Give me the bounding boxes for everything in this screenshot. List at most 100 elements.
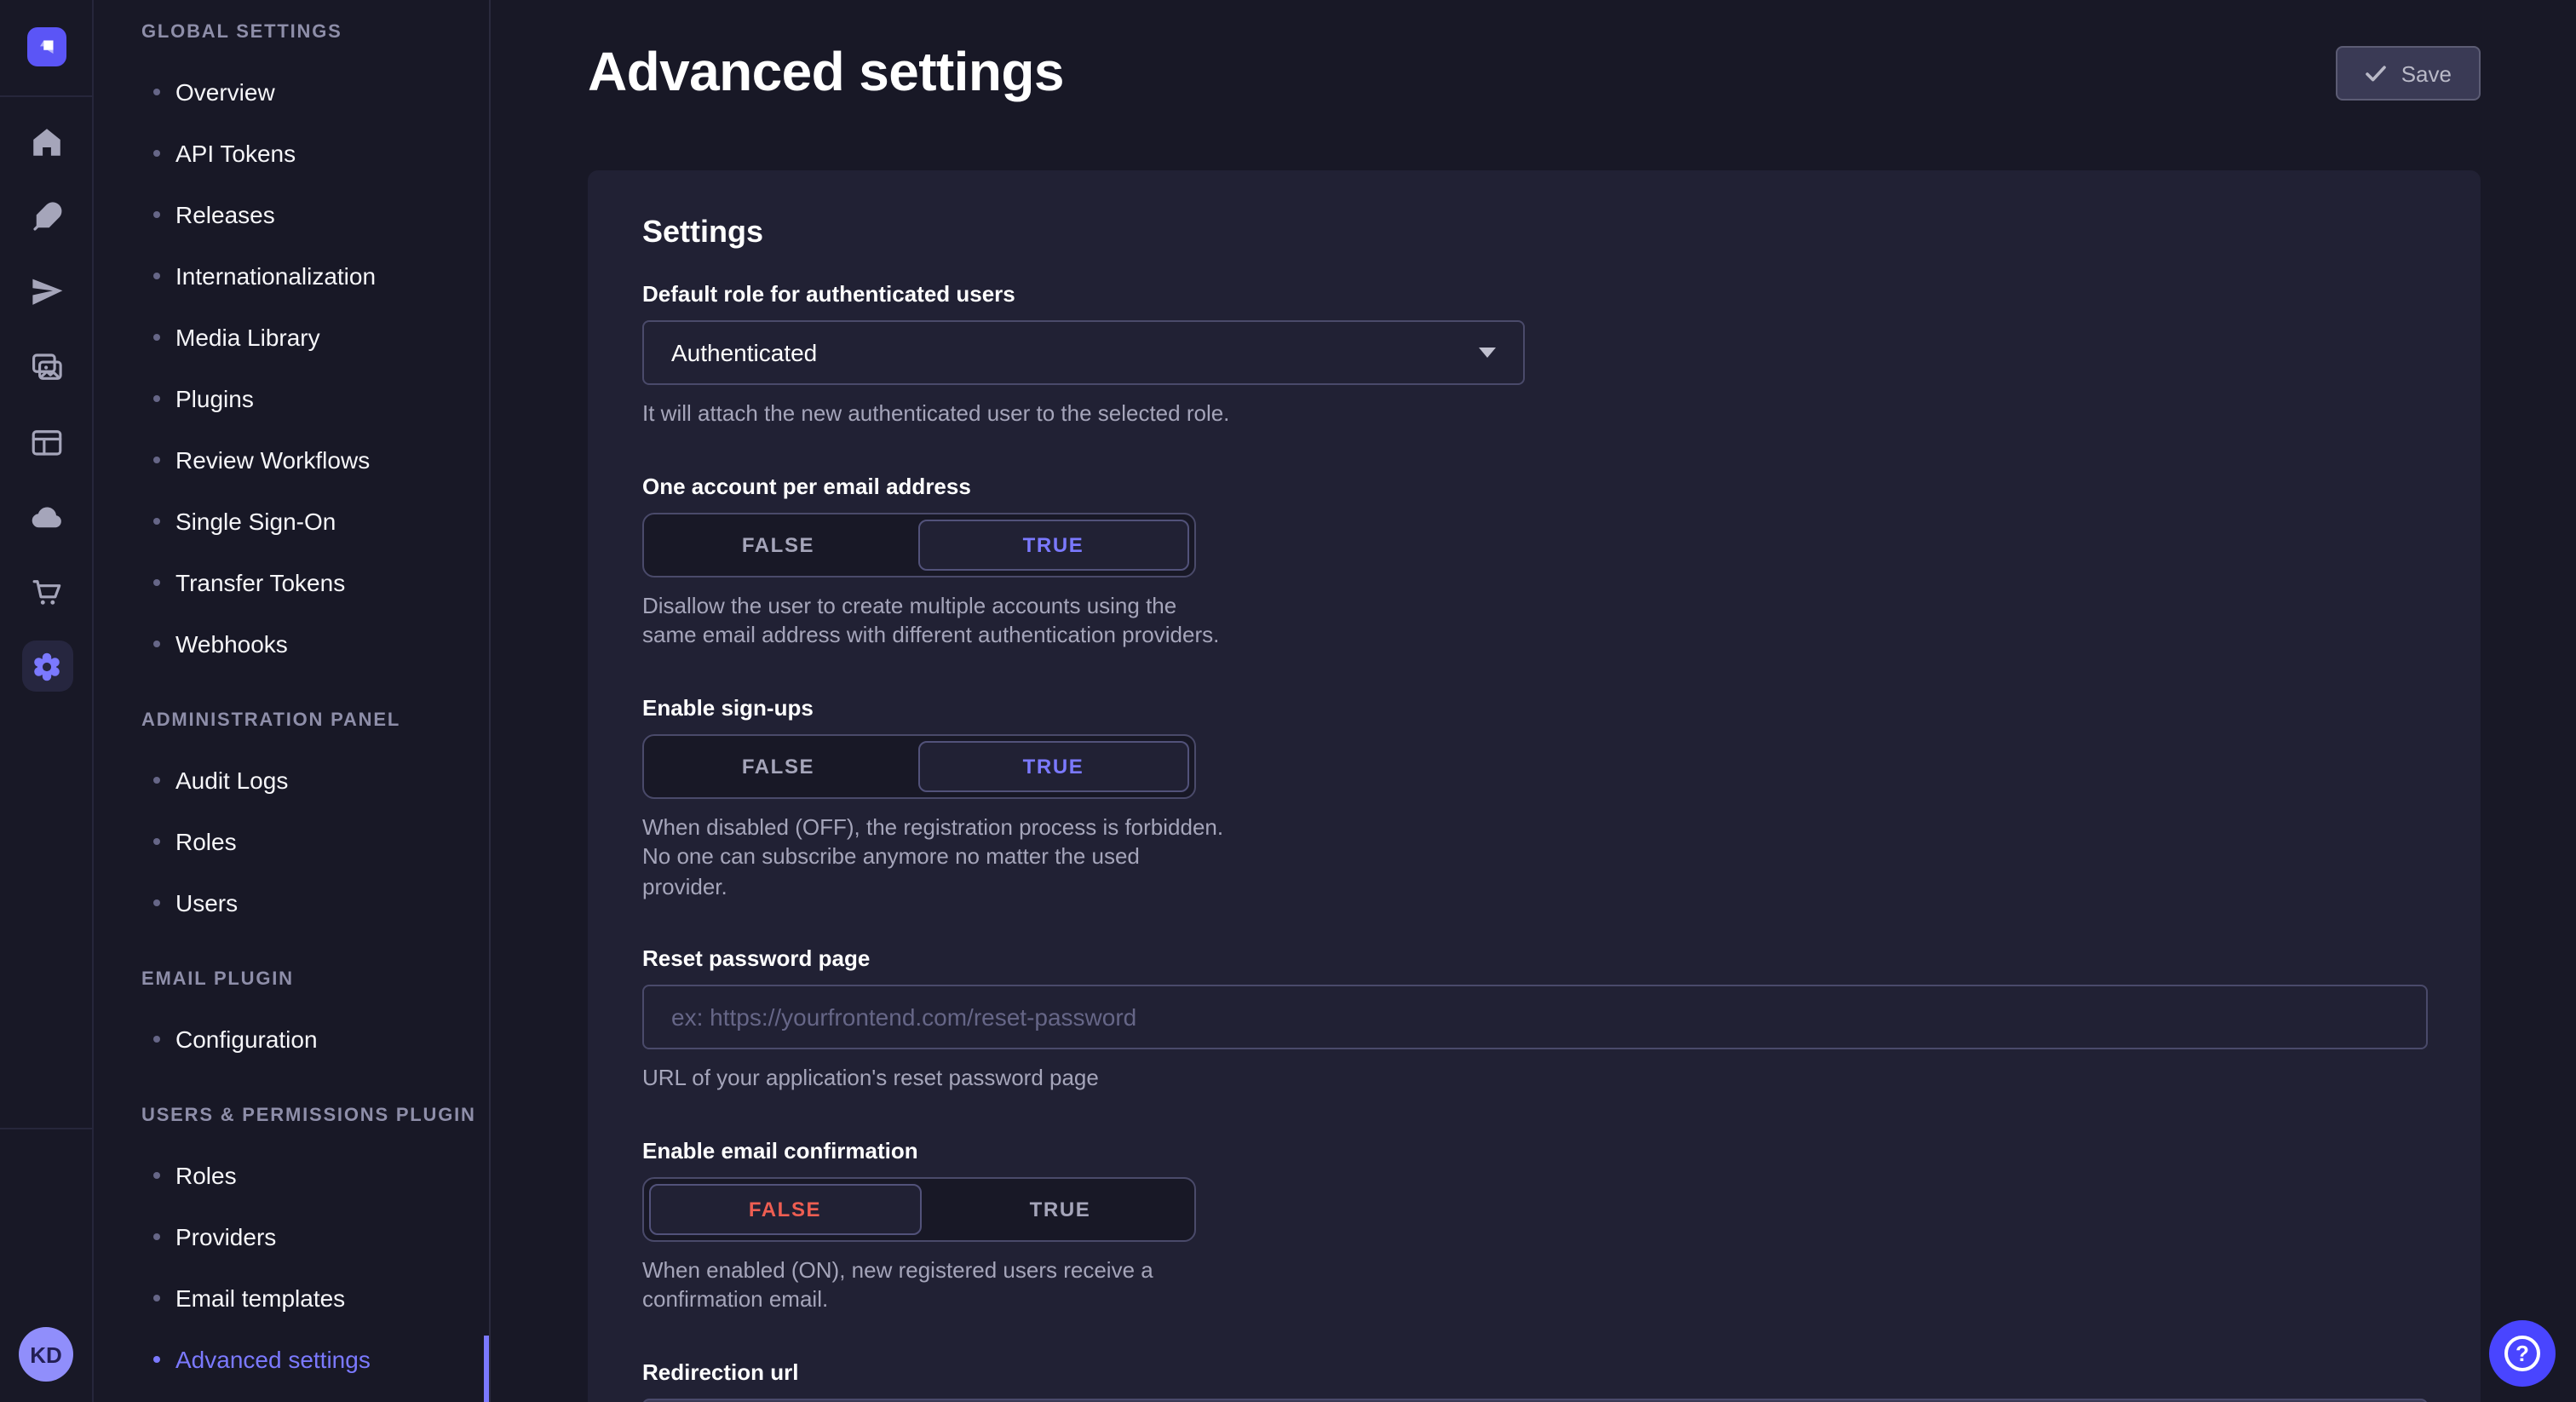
sidebar-item-email-configuration[interactable]: Configuration	[94, 1008, 489, 1070]
strapi-logo-icon	[34, 34, 60, 60]
sidebar-item-label: Webhooks	[175, 630, 288, 658]
page-title: Advanced settings	[588, 41, 1064, 104]
rail-nav	[0, 116, 94, 692]
redirection-url-input[interactable]	[642, 1399, 2428, 1402]
field-label: Redirection url	[642, 1359, 2426, 1385]
field-label: Enable email confirmation	[642, 1138, 2426, 1164]
sidebar-item-label: Roles	[175, 828, 237, 855]
sidebar-item-label: Transfer Tokens	[175, 569, 345, 596]
sign-ups-toggle: FALSE TRUE	[642, 733, 1196, 798]
nav-content-type-builder[interactable]	[21, 416, 72, 467]
sidebar-item-label: Roles	[175, 1162, 237, 1189]
toggle-true-option[interactable]: TRUE	[926, 1179, 1194, 1240]
sidebar-item-label: Plugins	[175, 385, 254, 412]
settings-sidebar: GLOBAL SETTINGS Overview API Tokens Rele…	[94, 0, 491, 1402]
cart-icon	[29, 573, 65, 609]
toggle-true-option[interactable]: TRUE	[917, 519, 1189, 570]
nav-media-library[interactable]	[21, 341, 72, 392]
sidebar-item-admin-roles[interactable]: Roles	[94, 811, 489, 872]
bullet-icon	[153, 89, 160, 95]
sidebar-item-label: Providers	[175, 1223, 276, 1250]
toggle-false-option[interactable]: FALSE	[649, 1184, 921, 1235]
app-window: KD GLOBAL SETTINGS Overview API Tokens R…	[0, 0, 2576, 1402]
sidebar-item-transfer-tokens[interactable]: Transfer Tokens	[94, 552, 489, 613]
nav-content-manager[interactable]	[21, 191, 72, 242]
page-header: Advanced settings Save	[491, 0, 2576, 104]
nav-settings[interactable]	[21, 641, 72, 692]
nav-deploy[interactable]	[21, 266, 72, 317]
sidebar-item-advanced-settings[interactable]: Advanced settings	[94, 1329, 489, 1390]
sidebar-item-plugins[interactable]: Plugins	[94, 368, 489, 429]
toggle-true-option[interactable]: TRUE	[917, 740, 1189, 791]
save-button-label: Save	[2401, 60, 2452, 86]
sidebar-item-releases[interactable]: Releases	[94, 184, 489, 245]
bullet-icon	[153, 899, 160, 906]
field-one-account-per-email: One account per email address FALSE TRUE…	[642, 473, 2426, 650]
bullet-icon	[153, 211, 160, 218]
field-hint: URL of your application's reset password…	[642, 1064, 2426, 1094]
reset-password-input[interactable]	[642, 985, 2428, 1050]
chevron-down-icon	[1479, 348, 1496, 358]
bullet-icon	[153, 777, 160, 784]
sidebar-item-audit-logs[interactable]: Audit Logs	[94, 750, 489, 811]
field-label: Default role for authenticated users	[642, 281, 2426, 307]
field-label: Enable sign-ups	[642, 694, 2426, 720]
sidebar-item-label: Email templates	[175, 1284, 345, 1312]
sidebar-item-label: Single Sign-On	[175, 508, 336, 535]
nav-marketplace[interactable]	[21, 566, 72, 617]
sidebar-section-email-plugin: EMAIL PLUGIN Configuration	[94, 968, 489, 1070]
sidebar-item-single-sign-on[interactable]: Single Sign-On	[94, 491, 489, 552]
bullet-icon	[153, 1295, 160, 1301]
nav-home[interactable]	[21, 116, 72, 167]
sidebar-item-label: Media Library	[175, 324, 320, 351]
send-icon	[29, 273, 65, 309]
sidebar-item-label: Releases	[175, 201, 275, 228]
media-library-icon	[29, 348, 65, 384]
section-header: ADMINISTRATION PANEL	[94, 709, 489, 733]
sidebar-item-api-tokens[interactable]: API Tokens	[94, 123, 489, 184]
sidebar-item-webhooks[interactable]: Webhooks	[94, 613, 489, 675]
one-account-toggle: FALSE TRUE	[642, 512, 1196, 577]
panel-title: Settings	[642, 215, 2426, 250]
check-icon	[2366, 64, 2388, 83]
sidebar-item-up-roles[interactable]: Roles	[94, 1145, 489, 1206]
field-redirection-url: Redirection url	[642, 1359, 2426, 1402]
layout-icon	[29, 423, 65, 459]
section-header: EMAIL PLUGIN	[94, 968, 489, 991]
bullet-icon	[153, 1172, 160, 1179]
strapi-logo[interactable]	[27, 27, 66, 66]
home-icon	[29, 124, 65, 159]
user-avatar[interactable]: KD	[19, 1327, 73, 1382]
save-button[interactable]: Save	[2337, 46, 2481, 101]
sidebar-item-media-library[interactable]: Media Library	[94, 307, 489, 368]
sidebar-item-internationalization[interactable]: Internationalization	[94, 245, 489, 307]
bullet-icon	[153, 838, 160, 845]
sidebar-section-administration-panel: ADMINISTRATION PANEL Audit Logs Roles Us…	[94, 709, 489, 934]
sidebar-item-admin-users[interactable]: Users	[94, 872, 489, 934]
sidebar-item-label: Overview	[175, 78, 275, 106]
field-hint: It will attach the new authenticated use…	[642, 399, 2426, 428]
main-content: Advanced settings Save Settings Default …	[491, 0, 2576, 1402]
sidebar-item-review-workflows[interactable]: Review Workflows	[94, 429, 489, 491]
field-default-role: Default role for authenticated users Aut…	[642, 281, 2426, 428]
toggle-false-option[interactable]: FALSE	[644, 735, 912, 796]
bullet-icon	[153, 579, 160, 586]
sidebar-item-overview[interactable]: Overview	[94, 61, 489, 123]
sidebar-section-users-permissions-plugin: USERS & PERMISSIONS PLUGIN Roles Provide…	[94, 1104, 489, 1390]
bullet-icon	[153, 334, 160, 341]
sidebar-item-label: Audit Logs	[175, 767, 288, 794]
bullet-icon	[153, 273, 160, 279]
default-role-select[interactable]: Authenticated	[642, 320, 1525, 385]
field-hint: Disallow the user to create multiple acc…	[642, 590, 1230, 650]
bullet-icon	[153, 457, 160, 463]
bullet-icon	[153, 518, 160, 525]
help-button[interactable]: ?	[2489, 1320, 2556, 1387]
nav-cloud[interactable]	[21, 491, 72, 542]
bullet-icon	[153, 1233, 160, 1240]
field-hint: When disabled (OFF), the registration pr…	[642, 812, 1230, 901]
sidebar-item-up-providers[interactable]: Providers	[94, 1206, 489, 1267]
toggle-false-option[interactable]: FALSE	[644, 514, 912, 575]
settings-gear-icon	[29, 648, 65, 684]
sidebar-item-email-templates[interactable]: Email templates	[94, 1267, 489, 1329]
active-item-indicator	[484, 1336, 489, 1402]
